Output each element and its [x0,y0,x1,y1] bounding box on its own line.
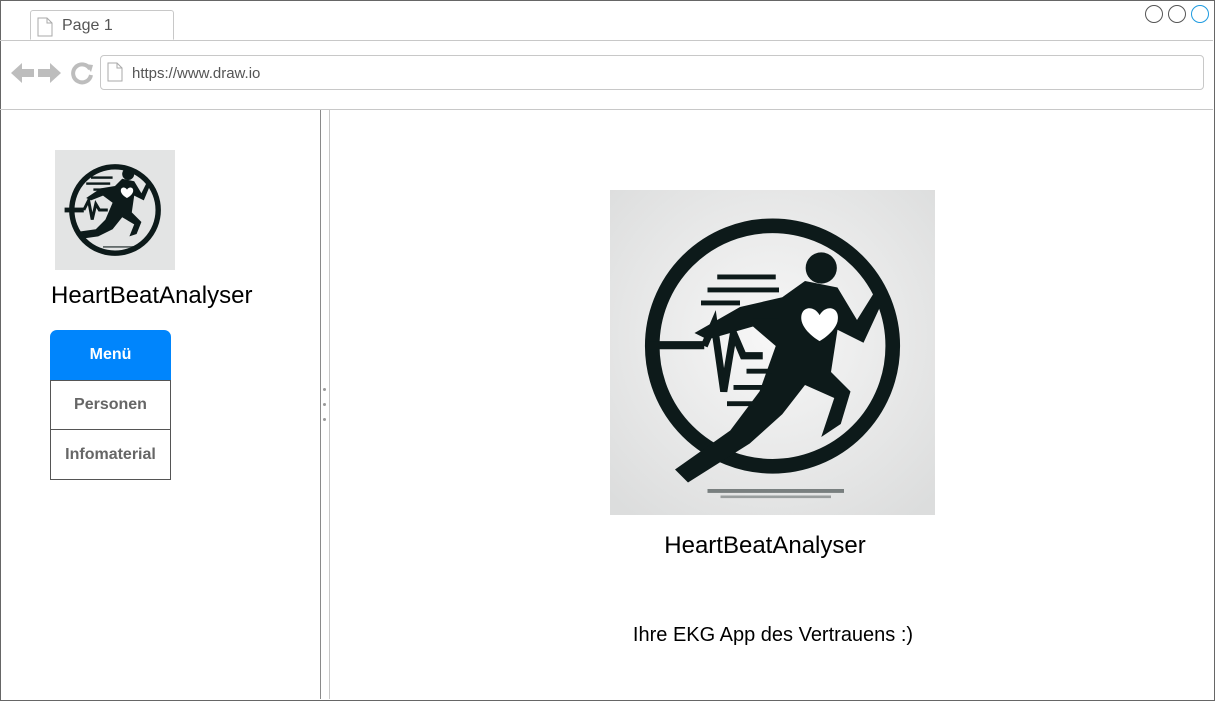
main-content: HeartBeatAnalyser Ihre EKG App des Vertr… [331,110,1214,699]
minimize-button[interactable] [1145,5,1163,23]
browser-tab[interactable]: Page 1 [30,10,174,40]
url-text: https://www.draw.io [132,65,261,82]
window-controls [1145,5,1209,23]
app-logo-small [55,150,175,270]
maximize-button[interactable] [1168,5,1186,23]
url-input[interactable]: https://www.draw.io [100,55,1204,90]
splitter-grip-dot [323,403,326,406]
hero-title: HeartBeatAnalyser [664,532,866,559]
sidebar: HeartBeatAnalyser Menü Personen Infomate… [0,110,321,699]
close-button[interactable] [1191,5,1209,23]
reload-icon[interactable] [70,61,94,85]
forward-arrow-icon[interactable] [36,61,62,85]
panel-splitter[interactable] [321,110,330,699]
document-icon [37,17,53,42]
tab-label: Page 1 [62,17,113,34]
back-arrow-icon[interactable] [10,61,36,85]
app-name: HeartBeatAnalyser [51,282,253,309]
app-logo-large [610,190,935,515]
splitter-grip-dot [323,388,326,391]
tab-bar: Page 1 [0,0,1213,41]
splitter-grip-dot [323,418,326,421]
menu-header[interactable]: Menü [50,330,171,380]
hero-subtitle: Ihre EKG App des Vertrauens :) [632,624,914,646]
address-bar-row: https://www.draw.io [0,41,1213,110]
nav-buttons [10,61,94,85]
menu-item-personen[interactable]: Personen [50,380,171,430]
document-icon [107,62,123,87]
sidebar-menu: Menü Personen Infomaterial [50,330,171,480]
menu-item-infomaterial[interactable]: Infomaterial [50,430,171,480]
